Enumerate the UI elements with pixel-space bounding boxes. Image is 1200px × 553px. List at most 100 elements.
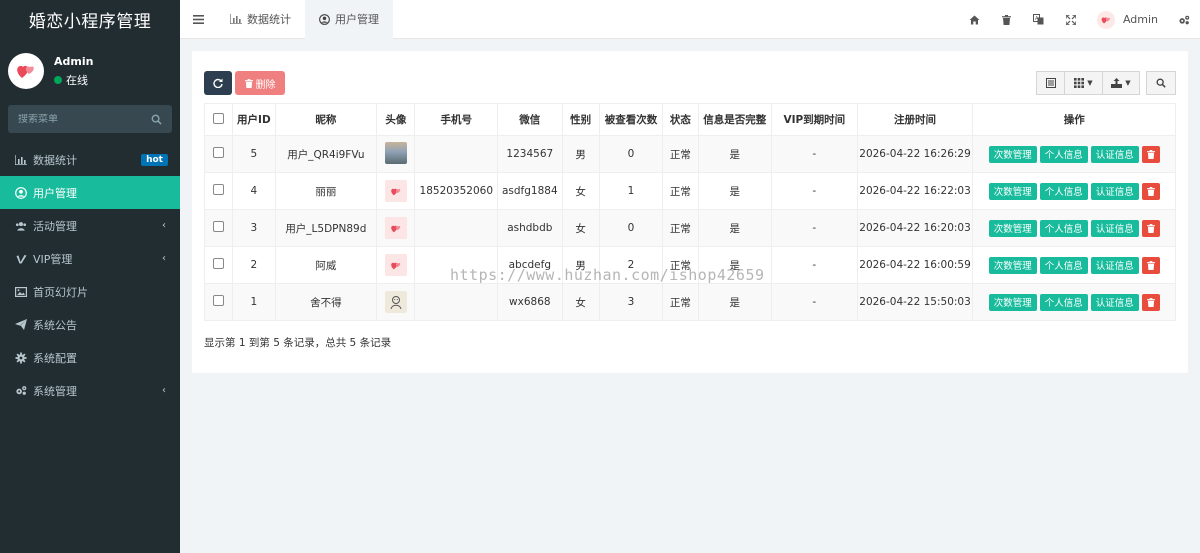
- column-header[interactable]: 注册时间: [856, 103, 974, 136]
- delete-button[interactable]: 删除: [235, 71, 285, 95]
- table-row[interactable]: 2 阿威 abcdefg 男 2 正常是 -2026-04-22 16:00:59 次数管理个…: [203, 246, 1176, 284]
- refresh-button[interactable]: [204, 71, 232, 95]
- row-delete-button[interactable]: [1141, 256, 1160, 274]
- column-header[interactable]: 状态: [662, 103, 699, 136]
- row-delete-button[interactable]: [1141, 145, 1160, 163]
- column-header: 操作: [972, 103, 1176, 136]
- cell-phone: [414, 135, 499, 173]
- select-all-checkbox[interactable]: [213, 112, 225, 124]
- column-header[interactable]: 被查看次数: [598, 103, 664, 136]
- row-checkbox[interactable]: [213, 295, 225, 306]
- view-count-button[interactable]: 次数管理: [988, 256, 1037, 274]
- row-checkbox[interactable]: [213, 221, 225, 232]
- fullscreen-icon[interactable]: [1055, 0, 1087, 39]
- sidebar-menu: 数据统计 hot 用户管理 活动管理 ‹ VIP管理 ‹ 首页幻灯片 系统公告 …: [0, 143, 180, 407]
- user-avatar-thumbnail[interactable]: [384, 180, 407, 202]
- profile-button[interactable]: 个人信息: [1039, 256, 1088, 274]
- avatar-cell: [376, 246, 416, 284]
- column-header[interactable]: 微信: [497, 103, 563, 136]
- tab-stats[interactable]: 数据统计: [216, 0, 305, 39]
- hamburger-menu-icon[interactable]: [180, 0, 216, 39]
- user-avatar-thumbnail[interactable]: [384, 217, 407, 239]
- row-checkbox[interactable]: [213, 184, 225, 195]
- view-count-button[interactable]: 次数管理: [988, 293, 1037, 311]
- column-header[interactable]: 性别: [561, 103, 600, 136]
- table-row[interactable]: 5 用户_QR4i9FVu 1234567 男 0 正常是 -2026-04-22 16:2…: [203, 135, 1176, 173]
- table-body: 5 用户_QR4i9FVu 1234567 男 0 正常是 -2026-04-22 16:2…: [203, 135, 1176, 321]
- cell-registered: 2026-04-22 16:20:03: [856, 209, 974, 247]
- profile-button[interactable]: 个人信息: [1039, 145, 1088, 163]
- column-header[interactable]: 手机号: [414, 103, 499, 136]
- image-icon: [15, 286, 27, 297]
- tab-users[interactable]: 用户管理: [305, 0, 393, 39]
- row-checkbox[interactable]: [213, 147, 225, 158]
- column-header[interactable]: VIP到期时间: [771, 103, 858, 136]
- cell-wechat: ashdbdb: [497, 209, 563, 247]
- translate-icon[interactable]: A: [1023, 0, 1055, 39]
- row-checkbox[interactable]: [213, 258, 225, 269]
- verification-button[interactable]: 认证信息: [1090, 145, 1139, 163]
- column-header[interactable]: 头像: [376, 103, 416, 136]
- cogs-icon[interactable]: [1168, 0, 1200, 39]
- user-avatar-thumbnail[interactable]: [384, 254, 407, 276]
- column-header[interactable]: 昵称: [274, 103, 378, 136]
- caret-down-icon: ▼: [1125, 79, 1131, 87]
- sidebar-item-users[interactable]: 用户管理: [0, 176, 180, 209]
- profile-button[interactable]: 个人信息: [1039, 293, 1088, 311]
- table-row[interactable]: 3 用户_L5DPN89d ashdbdb 女 0 正常是 -2026-04-22 16:2…: [203, 209, 1176, 247]
- search-toggle-button[interactable]: [1146, 71, 1176, 95]
- delete-label: 删除: [255, 79, 276, 91]
- row-delete-button[interactable]: [1141, 293, 1160, 311]
- sidebar-item-slideshow[interactable]: 首页幻灯片: [0, 275, 180, 308]
- app-title[interactable]: 婚恋小程序管理: [0, 0, 180, 38]
- verification-button[interactable]: 认证信息: [1090, 256, 1139, 274]
- toggle-view-button[interactable]: [1036, 71, 1064, 95]
- cell-views: 1: [598, 172, 664, 210]
- user-avatar-thumbnail[interactable]: [384, 141, 407, 164]
- sidebar-item-activities[interactable]: 活动管理 ‹: [0, 209, 180, 242]
- view-count-button[interactable]: 次数管理: [988, 145, 1037, 163]
- menu-search-input[interactable]: [18, 113, 138, 125]
- trash-icon[interactable]: [991, 0, 1023, 39]
- sidebar-item-config[interactable]: 系统配置: [0, 341, 180, 374]
- trash-icon: [1146, 297, 1155, 307]
- sidebar-item-announcement[interactable]: 系统公告: [0, 308, 180, 341]
- trash-icon: [1146, 149, 1155, 159]
- cell-registered: 2026-04-22 16:26:29: [856, 135, 974, 173]
- tab-label: 数据统计: [247, 13, 291, 26]
- column-header[interactable]: 信息是否完整: [697, 103, 773, 136]
- table-header-row: 用户ID 昵称 头像 手机号 微信 性别 被查看次数 状态 信息是否完整 VIP…: [203, 103, 1176, 136]
- columns-dropdown-button[interactable]: ▼: [1064, 71, 1102, 95]
- view-count-button[interactable]: 次数管理: [988, 182, 1037, 200]
- sidebar-item-label: VIP管理: [33, 252, 73, 266]
- table-row[interactable]: 4 丽丽 18520352060 asdfg1884 女 1 正常是 -2026-04-22 …: [203, 172, 1176, 210]
- search-icon[interactable]: [151, 114, 162, 125]
- user-avatar-thumbnail[interactable]: [384, 291, 407, 313]
- sidebar-item-stats[interactable]: 数据统计 hot: [0, 143, 180, 176]
- admin-menu[interactable]: Admin: [1087, 10, 1168, 29]
- sidebar-item-system[interactable]: 系统管理 ‹: [0, 374, 180, 407]
- export-dropdown-button[interactable]: ▼: [1102, 71, 1140, 95]
- cell-status: 正常: [662, 246, 699, 284]
- grid-icon: [1074, 78, 1085, 88]
- export-icon: [1111, 78, 1123, 88]
- view-count-button[interactable]: 次数管理: [988, 219, 1037, 237]
- verification-button[interactable]: 认证信息: [1090, 219, 1139, 237]
- row-select-cell: [203, 246, 234, 284]
- column-header[interactable]: 用户ID: [232, 103, 276, 136]
- sidebar-item-label: 系统配置: [33, 351, 77, 365]
- home-icon[interactable]: [959, 0, 991, 39]
- cell-id: 3: [232, 209, 276, 247]
- sidebar-item-vip[interactable]: VIP管理 ‹: [0, 242, 180, 275]
- profile-button[interactable]: 个人信息: [1039, 219, 1088, 237]
- verification-button[interactable]: 认证信息: [1090, 293, 1139, 311]
- trash-icon: [1146, 260, 1155, 270]
- profile-button[interactable]: 个人信息: [1039, 182, 1088, 200]
- cell-phone: [414, 209, 499, 247]
- row-delete-button[interactable]: [1141, 219, 1160, 237]
- chevron-left-icon: ‹: [162, 385, 166, 396]
- verification-button[interactable]: 认证信息: [1090, 182, 1139, 200]
- cell-wechat: asdfg1884: [497, 172, 563, 210]
- row-delete-button[interactable]: [1141, 182, 1160, 200]
- table-row[interactable]: 1 舍不得 wx6868 女 3 正常是 -2026-04-22 15:50:03 次数管理个…: [203, 283, 1176, 321]
